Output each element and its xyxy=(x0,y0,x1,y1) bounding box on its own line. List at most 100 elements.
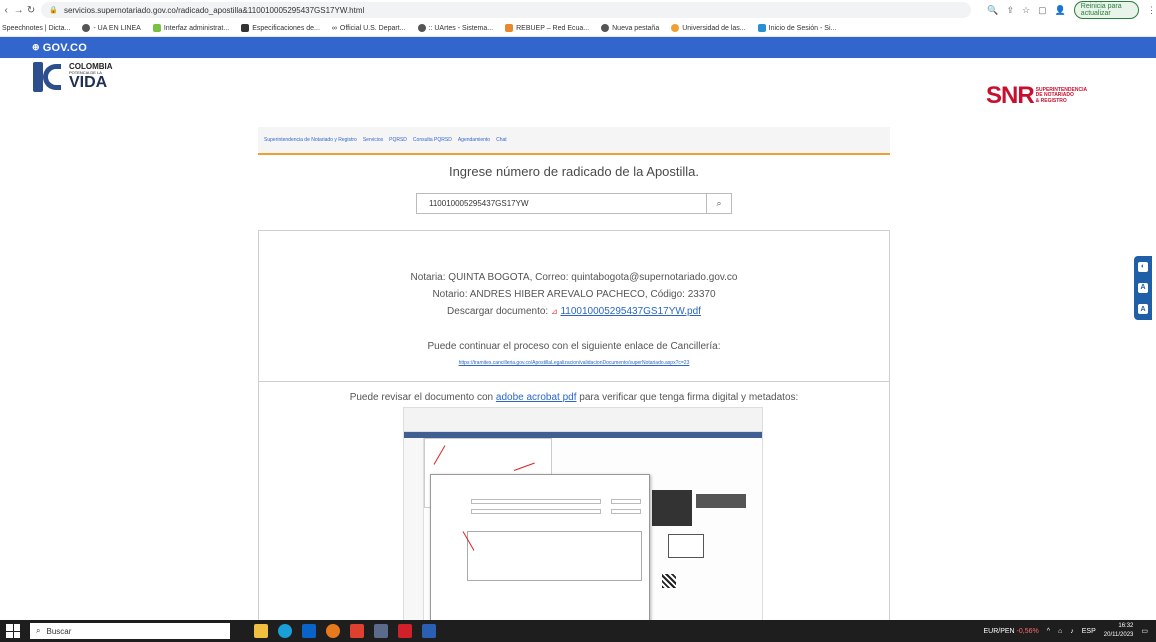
update-button[interactable]: Reinicia para actualizar xyxy=(1073,1,1139,19)
forward-arrow-icon[interactable]: → xyxy=(12,5,24,16)
search-icon: ⌕ xyxy=(716,198,722,208)
bookmark-item[interactable]: :: UArtes - Sistema... xyxy=(417,24,493,32)
menu-item-chat[interactable]: Chat xyxy=(496,137,507,143)
lock-icon: 🔒 xyxy=(49,7,58,14)
site-icon xyxy=(241,24,250,32)
bookmark-item[interactable]: Speechnotes | Dicta... xyxy=(2,25,70,32)
image-toolbar xyxy=(404,408,762,432)
share-icon[interactable]: ⇪ xyxy=(1006,5,1014,16)
outlook-icon[interactable] xyxy=(302,624,316,638)
image-field xyxy=(471,509,601,514)
menu-item-snr[interactable]: Superintendencia de Notariado y Registro xyxy=(264,137,357,143)
bookmark-item[interactable]: Universidad de las... xyxy=(671,24,746,32)
sidepanel-icon[interactable]: ▢ xyxy=(1038,5,1047,16)
chrome-icon[interactable] xyxy=(350,624,364,638)
reload-icon[interactable]: ↻ xyxy=(25,5,37,16)
adobe-acrobat-link[interactable]: adobe acrobat pdf xyxy=(496,392,577,403)
instruction-image xyxy=(403,407,763,642)
edge-icon[interactable] xyxy=(278,624,292,638)
bookmark-item[interactable]: - UA EN LINEA xyxy=(82,24,141,32)
bookmark-star-icon[interactable]: ☆ xyxy=(1022,5,1030,16)
zoom-icon[interactable]: 🔍 xyxy=(987,5,998,16)
font-decrease-icon[interactable]: A xyxy=(1138,282,1148,293)
word-icon[interactable] xyxy=(422,624,436,638)
page-title: Ingrese número de radicado de la Apostil… xyxy=(448,164,700,179)
snr-big: SNR xyxy=(986,82,1035,109)
menu-item-agendamiento[interactable]: Agendamiento xyxy=(458,137,490,143)
colombia-logo[interactable]: COLOMBIA POTENCIA DE LA VIDA xyxy=(33,62,113,92)
address-bar[interactable]: 🔒 servicios.supernotariado.gov.co/radica… xyxy=(41,2,972,18)
bookmark-item[interactable]: Especificaciones de... xyxy=(241,24,320,32)
taskbar-search[interactable]: ⌕ Buscar xyxy=(30,623,230,639)
back-arrow-icon[interactable]: ‹ xyxy=(0,5,12,16)
notaria-line: Notaria: QUINTA BOGOTA, Correo: quintabo… xyxy=(410,272,738,283)
site-icon xyxy=(671,24,680,32)
bookmark-item[interactable]: ∞ Official U.S. Depart... xyxy=(332,25,406,32)
notario-line: Notario: ANDRES HIBER AREVALO PACHECO, C… xyxy=(432,289,716,300)
tray-chevron-icon[interactable]: ^ xyxy=(1047,628,1050,635)
image-redacted-block xyxy=(652,490,692,526)
network-icon[interactable]: ⌂ xyxy=(1058,628,1062,635)
profile-icon[interactable]: 👤 xyxy=(1055,5,1066,16)
radicado-input[interactable] xyxy=(416,193,706,214)
menu-kebab-icon[interactable]: ⋮ xyxy=(1147,5,1156,16)
bookmark-item[interactable]: Inicio de Sesión - Si... xyxy=(757,24,836,32)
file-explorer-icon[interactable] xyxy=(254,624,268,638)
image-sidebar xyxy=(404,438,424,642)
search-form: ⌕ xyxy=(416,193,732,214)
bookmark-item[interactable]: Interfaz administrat... xyxy=(152,24,229,32)
image-metadata-list xyxy=(467,531,642,581)
divider xyxy=(259,381,889,382)
govco-label[interactable]: GOV.CO xyxy=(43,42,87,54)
menu-item-servicios[interactable]: Servicios xyxy=(363,137,383,143)
image-qr-code xyxy=(662,574,676,588)
menu-item-consulta-pqrsd[interactable]: Consulta PQRSD xyxy=(413,137,452,143)
bookmark-item[interactable]: REBUEP – Red Ecua... xyxy=(505,24,589,32)
acrobat-icon[interactable] xyxy=(398,624,412,638)
search-icon: ⌕ xyxy=(36,626,41,635)
image-stamp xyxy=(668,534,704,558)
link-icon: ∞ xyxy=(331,24,337,32)
review-text: Puede revisar el documento con adobe acr… xyxy=(349,392,799,403)
taskbar-search-label: Buscar xyxy=(46,626,72,636)
globe-icon xyxy=(417,24,426,32)
site-icon xyxy=(152,24,161,32)
colombia-k-icon xyxy=(33,62,63,92)
snr-logo[interactable]: SNR SUPERINTENDENCIA DE NOTARIADO & REGI… xyxy=(986,82,1087,110)
image-field xyxy=(611,499,641,504)
app-icon[interactable] xyxy=(374,624,388,638)
font-increase-icon[interactable]: A xyxy=(1138,304,1148,315)
download-line: Descargar documento: ⊿ 110010005295437GS… xyxy=(447,306,701,317)
govco-logo-icon: ⊕ xyxy=(32,42,40,52)
cancilleria-text: Puede continuar el proceso con el siguie… xyxy=(427,341,721,352)
image-field xyxy=(611,509,641,514)
browser-toolbar: ‹ → ↻ 🔒 servicios.supernotariado.gov.co/… xyxy=(0,0,1156,20)
main-menu: Superintendencia de Notariado y Registro… xyxy=(258,127,890,155)
firefox-icon[interactable] xyxy=(326,624,340,638)
image-field xyxy=(471,499,601,504)
result-panel: Notaria: QUINTA BOGOTA, Correo: quintabo… xyxy=(258,230,890,642)
notification-icon[interactable]: ▭ xyxy=(1141,627,1148,635)
image-redacted-block xyxy=(696,494,746,508)
clock[interactable]: 16:32 20/11/2023 xyxy=(1104,622,1134,640)
windows-start-icon[interactable] xyxy=(6,624,20,638)
colombia-line3: VIDA xyxy=(69,74,108,91)
contrast-icon[interactable]: ◐ xyxy=(1138,261,1148,272)
bookmarks-bar: Speechnotes | Dicta... - UA EN LINEA Int… xyxy=(0,20,1156,37)
currency-widget[interactable]: EUR/PEN -0,56% xyxy=(983,628,1038,635)
snr-small3: & REGISTRO xyxy=(1035,97,1067,104)
language-indicator[interactable]: ESP xyxy=(1082,628,1096,635)
search-button[interactable]: ⌕ xyxy=(706,193,732,214)
bookmark-item[interactable]: Nueva pestaña xyxy=(601,24,659,32)
site-icon xyxy=(505,24,514,32)
menu-item-pqrsd[interactable]: PQRSD xyxy=(389,137,407,143)
govco-bar: ⊕ GOV.CO xyxy=(0,37,1156,58)
globe-icon xyxy=(82,24,91,32)
url-text: servicios.supernotariado.gov.co/radicado… xyxy=(63,5,365,15)
download-pdf-link[interactable]: 110010005295437GS17YW.pdf xyxy=(560,306,701,317)
globe-icon xyxy=(601,24,610,32)
image-properties-dialog xyxy=(430,474,650,624)
volume-icon[interactable]: ♪ xyxy=(1070,628,1074,635)
result-info: Notaria: QUINTA BOGOTA, Correo: quintabo… xyxy=(259,269,889,320)
cancilleria-link[interactable]: https://tramites.cancilleria.gov.co/Apos… xyxy=(259,360,889,366)
